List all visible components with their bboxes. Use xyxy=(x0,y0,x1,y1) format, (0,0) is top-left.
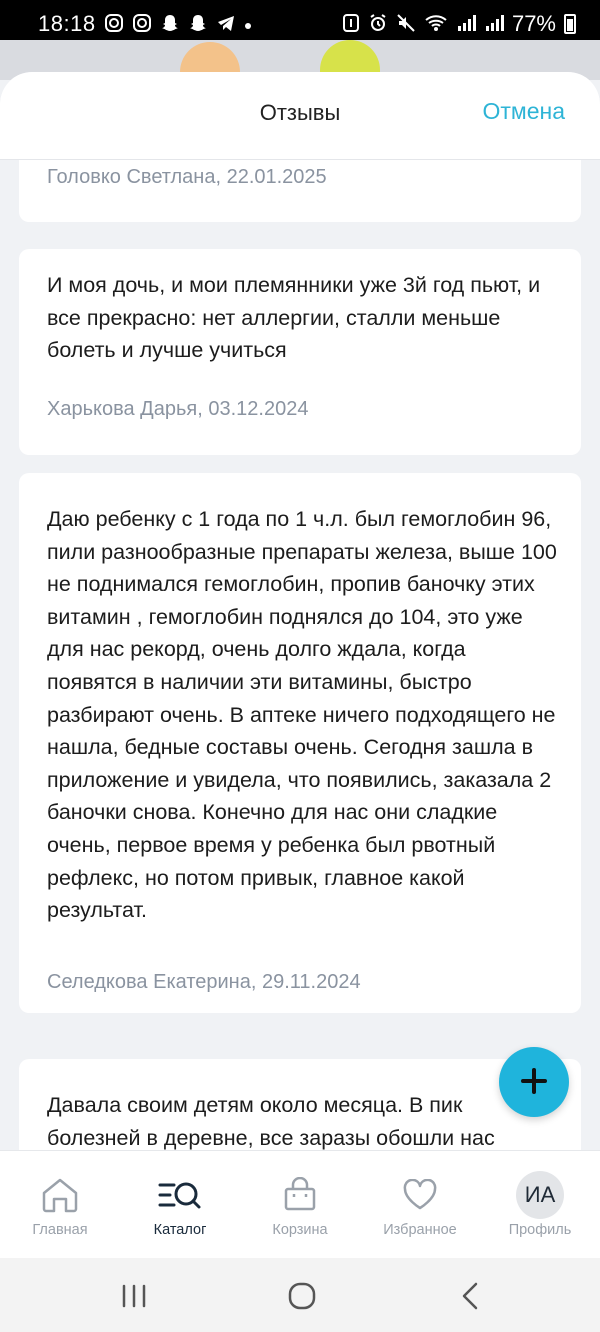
plus-icon xyxy=(519,1066,549,1099)
avatar-initials: ИА xyxy=(516,1171,564,1219)
instagram-icon xyxy=(132,13,152,36)
signal-icon xyxy=(484,14,504,35)
review-text: И моя дочь, и мои племянники уже 3й год … xyxy=(47,273,541,363)
heart-icon xyxy=(396,1171,444,1219)
catalog-search-icon xyxy=(156,1171,204,1219)
nfc-icon xyxy=(342,13,360,36)
nav-label: Избранное xyxy=(383,1222,457,1238)
nav-profile[interactable]: ИА Профиль xyxy=(480,1151,600,1258)
home-icon xyxy=(36,1171,84,1219)
home-button-icon[interactable] xyxy=(282,1280,322,1312)
review-card: И моя дочь, и мои племянники уже 3й год … xyxy=(19,249,581,455)
status-left: 18:18 xyxy=(38,11,252,37)
telegram-icon xyxy=(216,13,236,36)
nav-cart[interactable]: Корзина xyxy=(240,1151,360,1258)
back-icon[interactable] xyxy=(450,1280,490,1312)
battery-percent: 77% xyxy=(511,11,556,36)
nav-catalog[interactable]: Каталог xyxy=(120,1151,240,1258)
wifi-icon xyxy=(424,14,448,35)
review-author-date: Селедкова Екатерина, 29.11.2024 xyxy=(47,971,361,993)
nav-favorites[interactable]: Избранное xyxy=(360,1151,480,1258)
alarm-icon xyxy=(368,13,388,36)
instagram-icon xyxy=(104,13,124,36)
battery-icon xyxy=(564,14,576,34)
mute-icon xyxy=(396,13,416,36)
review-author-date: Головко Светлана, 22.01.2025 xyxy=(47,166,327,188)
status-time: 18:18 xyxy=(38,11,96,36)
snapchat-icon xyxy=(160,13,180,36)
nav-home[interactable]: Главная xyxy=(0,1151,120,1258)
bottom-nav: Главная Каталог Корзина Избранное ИА Про… xyxy=(0,1150,600,1258)
bag-icon xyxy=(276,1171,324,1219)
nav-label: Главная xyxy=(32,1222,88,1238)
sheet-header: Отзывы Отмена xyxy=(0,72,600,160)
signal-icon xyxy=(456,14,476,35)
add-review-button[interactable] xyxy=(499,1047,569,1117)
nav-label: Каталог xyxy=(153,1222,207,1238)
review-text: Давала своим детям около месяца. В пик б… xyxy=(47,1093,495,1150)
snapchat-icon xyxy=(188,13,208,36)
system-nav-bar xyxy=(0,1258,600,1332)
cancel-button[interactable]: Отмена xyxy=(482,98,565,125)
nav-label: Профиль xyxy=(508,1222,572,1238)
avatar: ИА xyxy=(516,1171,564,1219)
status-right: 77% xyxy=(342,11,576,37)
review-text: Даю ребенку с 1 года по 1 ч.л. был гемог… xyxy=(47,507,557,923)
review-card: Головко Светлана, 22.01.2025 xyxy=(19,154,581,222)
recent-apps-icon[interactable] xyxy=(114,1280,154,1312)
nav-label: Корзина xyxy=(272,1222,328,1238)
notification-dot-icon xyxy=(244,15,252,33)
review-author-date: Харькова Дарья, 03.12.2024 xyxy=(47,398,309,420)
review-card: Даю ребенку с 1 года по 1 ч.л. был гемог… xyxy=(19,473,581,1013)
